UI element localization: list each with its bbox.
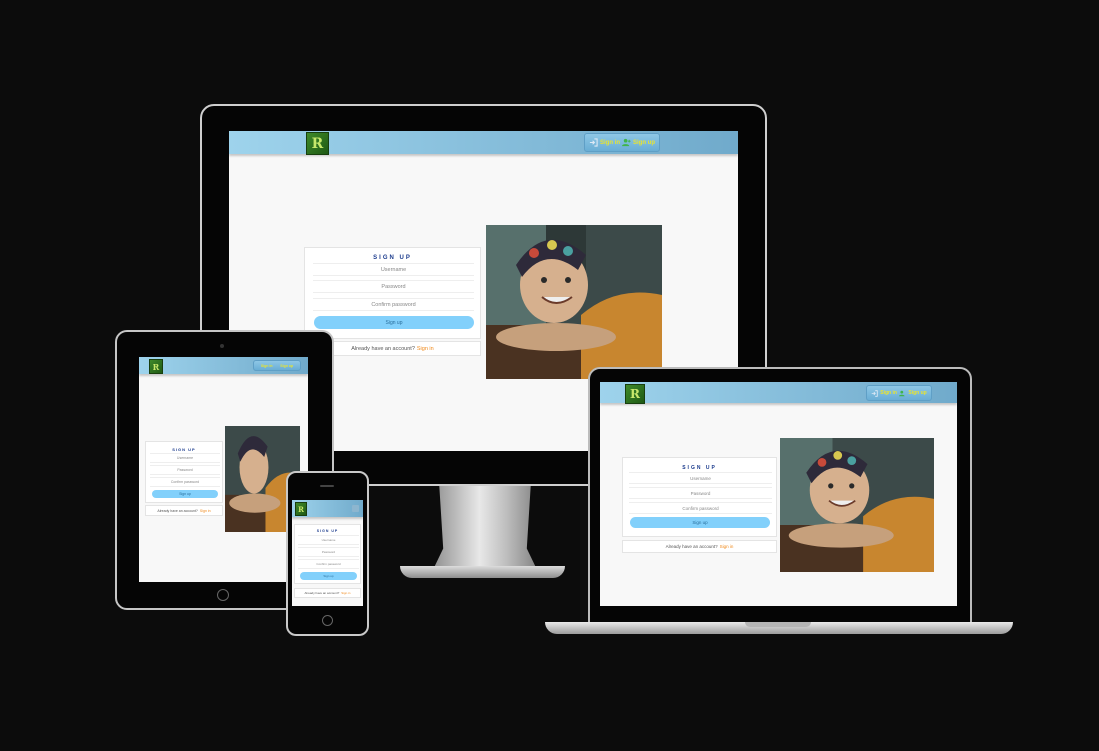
signin-prompt: Already have an account? Sign in xyxy=(145,505,223,516)
username-input[interactable]: Username xyxy=(150,453,220,463)
signin-link[interactable]: Sign in xyxy=(417,346,434,352)
nav-signin-link[interactable]: Sign in xyxy=(261,364,273,368)
signin-prompt: Already have an account? Sign in xyxy=(294,588,361,598)
monitor-base xyxy=(400,566,565,578)
signup-button[interactable]: Sign up xyxy=(300,572,357,580)
nav-signup-link[interactable]: Sign up xyxy=(622,138,655,147)
signin-icon xyxy=(871,389,878,397)
password-input[interactable]: Password xyxy=(150,465,220,475)
signin-link[interactable]: Sign in xyxy=(200,509,211,513)
logo-icon[interactable]: R xyxy=(149,359,163,374)
username-input[interactable]: Username xyxy=(313,263,474,276)
app-header: R xyxy=(292,500,363,517)
signup-button[interactable]: Sign up xyxy=(152,490,218,498)
signup-form: SIGN UP Username Password Confirm passwo… xyxy=(304,247,481,339)
tablet-camera xyxy=(220,344,224,348)
password-input[interactable]: Password xyxy=(298,547,359,557)
signin-prompt-text: Already have an account? xyxy=(157,508,198,513)
app-header: R Sign in Sign up xyxy=(229,131,738,155)
nav-signup-link[interactable]: Sign up xyxy=(280,364,293,368)
nav-signin-link[interactable]: Sign in xyxy=(871,389,897,397)
app-header: R Sign in Sign up xyxy=(139,357,308,374)
laptop-notch xyxy=(745,622,811,627)
logo-text: R xyxy=(630,387,640,401)
confirm-password-input[interactable]: Confirm password xyxy=(298,559,359,569)
phone-home-button[interactable] xyxy=(322,615,333,626)
logo-icon[interactable]: R xyxy=(295,502,307,516)
nav-bar: Sign in Sign up xyxy=(584,133,660,152)
signup-form: SIGN UP Username Password Confirm passwo… xyxy=(294,524,361,584)
signin-prompt-text: Already have an account? xyxy=(665,544,718,549)
app-header: R Sign in Sign up xyxy=(600,382,957,404)
tablet-home-button[interactable] xyxy=(217,589,229,601)
tablet-viewport: R Sign in Sign up SIGN UP Username Passw… xyxy=(139,357,308,582)
form-title: SIGN UP xyxy=(682,465,717,471)
username-input[interactable]: Username xyxy=(629,472,772,484)
nav-signup-link[interactable]: Sign up xyxy=(899,390,927,397)
logo-text: R xyxy=(298,504,304,514)
confirm-password-input[interactable]: Confirm password xyxy=(629,502,772,514)
signin-prompt: Already have an account? Sign in xyxy=(622,540,777,553)
nav-bar: Sign in Sign up xyxy=(253,360,301,371)
hero-photo xyxy=(780,438,934,572)
form-title: SIGN UP xyxy=(373,255,412,261)
logo-text: R xyxy=(311,135,324,152)
laptop-viewport: R Sign in Sign up SIGN UP Username Passw… xyxy=(600,382,957,606)
signin-prompt-text: Already have an account? xyxy=(351,345,415,352)
user-add-icon xyxy=(899,390,905,396)
signin-link[interactable]: Sign in xyxy=(341,591,350,595)
nav-signin-label: Sign in xyxy=(600,139,620,146)
nav-signup-label: Sign up xyxy=(908,390,927,396)
form-title: SIGN UP xyxy=(316,529,339,533)
signup-form: SIGN UP Username Password Confirm passwo… xyxy=(622,457,777,537)
nav-signin-link[interactable]: Sign in xyxy=(589,138,620,147)
nav-bar: Sign in Sign up xyxy=(866,385,932,401)
nav-signin-label: Sign in xyxy=(880,390,897,396)
signin-icon xyxy=(589,138,598,147)
logo-text: R xyxy=(152,361,160,372)
monitor-stand xyxy=(430,478,540,576)
phone-viewport: R SIGN UP Username Password Confirm pass… xyxy=(292,500,363,606)
signin-link[interactable]: Sign in xyxy=(720,544,734,549)
nav-signin-label: Sign in xyxy=(260,363,273,368)
confirm-password-input[interactable]: Confirm password xyxy=(313,298,474,311)
hero-photo xyxy=(486,225,662,379)
logo-icon[interactable]: R xyxy=(625,384,645,404)
password-input[interactable]: Password xyxy=(629,487,772,499)
phone-speaker xyxy=(320,485,334,487)
form-title: SIGN UP xyxy=(172,447,196,452)
signup-form: SIGN UP Username Password Confirm passwo… xyxy=(145,441,223,503)
nav-signup-label: Sign up xyxy=(280,363,294,368)
password-input[interactable]: Password xyxy=(313,280,474,293)
menu-icon[interactable] xyxy=(352,505,359,512)
user-add-icon xyxy=(622,138,631,147)
signin-prompt-text: Already have an account? xyxy=(304,591,340,595)
confirm-password-input[interactable]: Confirm password xyxy=(150,477,220,487)
signup-button[interactable]: Sign up xyxy=(630,517,770,528)
nav-signup-label: Sign up xyxy=(633,139,655,146)
username-input[interactable]: Username xyxy=(298,535,359,545)
signup-button[interactable]: Sign up xyxy=(314,316,474,329)
logo-icon[interactable]: R xyxy=(306,132,329,155)
